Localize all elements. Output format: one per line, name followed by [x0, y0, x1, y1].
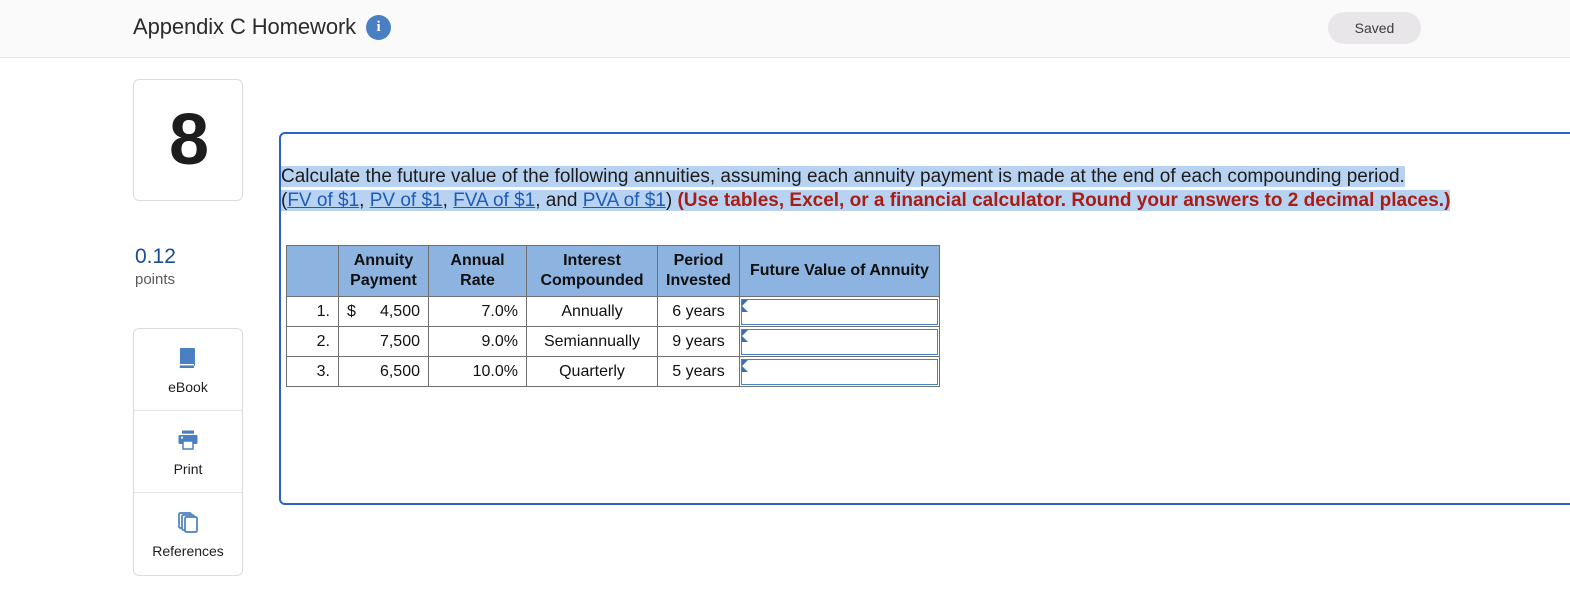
question-panel: Calculate the future value of the follow…	[279, 132, 1570, 505]
cell-compounded-3: Quarterly	[526, 356, 658, 387]
link-pva-of-1[interactable]: PVA of $1	[583, 190, 666, 211]
row-index-3: 3.	[286, 356, 339, 387]
sep-1: ,	[359, 190, 370, 211]
annuity-table: Annuity Payment Annual Rate Interest Com…	[286, 245, 940, 387]
question-text: Calculate the future value of the follow…	[281, 165, 1570, 213]
sep-3: , and	[535, 190, 583, 211]
col-header-period-invested: Period Invested	[657, 245, 740, 297]
cell-payment-2: 7,500	[338, 326, 429, 357]
printer-icon	[175, 427, 201, 453]
cell-payment-1: $4,500	[338, 296, 429, 327]
table-header-row: Annuity Payment Annual Rate Interest Com…	[286, 245, 940, 297]
cell-rate-3: 10.0%	[428, 356, 527, 387]
payment-value-2: 7,500	[379, 332, 420, 350]
cell-period-2: 9 years	[657, 326, 740, 357]
col-header-index	[286, 245, 339, 297]
copy-stack-icon	[175, 509, 201, 535]
future-value-input-3[interactable]	[740, 358, 938, 385]
col-header-future-value: Future Value of Annuity	[738, 245, 940, 297]
cell-period-1: 6 years	[657, 296, 740, 327]
cell-future-value-1	[738, 296, 940, 327]
points-label: points	[135, 271, 176, 289]
row-index-2: 2.	[286, 326, 339, 357]
question-number-card: 8	[133, 79, 243, 201]
question-number: 8	[168, 100, 209, 180]
cell-payment-3: 6,500	[338, 356, 429, 387]
table-row: 3. 6,500 10.0% Quarterly 5 years	[286, 356, 940, 387]
sep-2: ,	[442, 190, 454, 211]
row-index-1: 1.	[286, 296, 339, 327]
question-prompt: Calculate the future value of the follow…	[281, 166, 1405, 187]
cell-rate-1: 7.0%	[428, 296, 527, 327]
print-button[interactable]: Print	[134, 411, 242, 494]
col-header-interest-compounded: Interest Compounded	[526, 245, 658, 297]
cell-future-value-2	[738, 326, 940, 357]
currency-symbol-1: $	[347, 302, 356, 320]
table-row: 2. 7,500 9.0% Semiannually 9 years	[286, 326, 940, 357]
ebook-button[interactable]: eBook	[134, 329, 242, 412]
payment-value-1: 4,500	[379, 302, 420, 320]
link-fv-of-1[interactable]: FV of $1	[287, 190, 359, 211]
assignment-title-group: Appendix C Homework i	[133, 14, 392, 40]
info-icon[interactable]: i	[366, 14, 392, 40]
page-title: Appendix C Homework	[133, 14, 357, 39]
cell-compounded-2: Semiannually	[526, 326, 658, 357]
future-value-input-2[interactable]	[740, 328, 938, 355]
book-icon	[175, 345, 201, 371]
table-header: Annuity Payment Annual Rate Interest Com…	[286, 245, 940, 297]
top-header-bar: Appendix C Homework i Saved	[0, 0, 1570, 58]
col-header-annuity-payment: Annuity Payment	[338, 245, 429, 297]
cell-period-3: 5 years	[657, 356, 740, 387]
ebook-label: eBook	[168, 378, 208, 395]
points-value: 0.12	[135, 245, 176, 268]
question-instruction: (Use tables, Excel, or a financial calcu…	[672, 190, 1451, 211]
points-block: 0.12 points	[133, 245, 243, 288]
status-badge: Saved	[1328, 12, 1421, 44]
link-pv-of-1[interactable]: PV of $1	[370, 190, 443, 211]
cell-compounded-1: Annually	[526, 296, 658, 327]
payment-value-3: 6,500	[379, 362, 420, 380]
question-sidebar: 8 0.12 points eBook Print References	[133, 79, 243, 577]
print-label: Print	[173, 460, 203, 477]
future-value-input-1[interactable]	[740, 298, 938, 325]
cell-future-value-3	[738, 356, 940, 387]
col-header-annual-rate: Annual Rate	[428, 245, 527, 297]
table-body: 1. $4,500 7.0% Annually 6 years 2. 7,500…	[286, 296, 940, 387]
table-row: 1. $4,500 7.0% Annually 6 years	[286, 296, 940, 327]
cell-rate-2: 9.0%	[428, 326, 527, 357]
references-label: References	[152, 543, 224, 560]
references-button[interactable]: References	[134, 493, 242, 575]
tool-button-card: eBook Print References	[133, 328, 243, 577]
link-fva-of-1[interactable]: FVA of $1	[453, 190, 535, 211]
